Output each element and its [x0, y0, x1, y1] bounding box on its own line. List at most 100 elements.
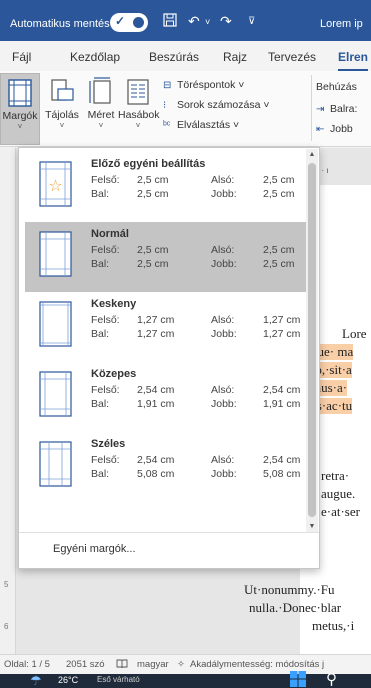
scrollbar-thumb[interactable]: [308, 163, 316, 517]
tab-draw[interactable]: Rajz: [223, 50, 247, 64]
ribbon-tabs: Fájl Kezdőlap Beszúrás Rajz Tervezés Elr…: [0, 41, 371, 72]
margin-preset-wide[interactable]: Széles Felső: 2,54 cm Alsó: 2,54 cm Bal:…: [25, 432, 313, 502]
preset-bottom-label: Alsó:: [211, 244, 235, 256]
page-margins-normal-icon: [39, 231, 72, 277]
hyphenation-icon: ᵇᶜ: [163, 120, 171, 131]
svg-text:☆: ☆: [48, 176, 62, 195]
line-numbers-icon: ⁝: [163, 100, 167, 111]
undo-dropdown-icon[interactable]: ˅: [205, 17, 210, 27]
preset-left-value: 2,5 cm: [137, 188, 169, 200]
save-icon[interactable]: [163, 13, 177, 30]
preset-right-value: 1,91 cm: [263, 398, 301, 410]
breaks-button[interactable]: ⊟ Töréspontok ˅: [163, 79, 244, 91]
ruler-mark: 5: [4, 580, 9, 589]
page-margins-wide-icon: [39, 441, 72, 487]
proofing-icon[interactable]: [116, 659, 128, 672]
breaks-label: Töréspontok ˅: [177, 79, 245, 91]
preset-bottom-label: Alsó:: [211, 454, 235, 466]
document-text-line: metus,·i: [312, 618, 355, 633]
taskbar: ☂ 26°C Eső várható ⚲: [0, 671, 371, 688]
indent-right-label: Jobb: [330, 123, 353, 135]
preset-right-value: 2,5 cm: [263, 188, 295, 200]
tab-file[interactable]: Fájl: [12, 50, 31, 64]
preset-right-label: Jobb:: [211, 328, 237, 340]
indent-right-field[interactable]: ⇤ Jobb: [316, 123, 353, 135]
preset-right-value: 2,5 cm: [263, 258, 295, 270]
preset-right-value: 5,08 cm: [263, 468, 301, 480]
dropdown-scrollbar[interactable]: ▲ ▼: [306, 149, 318, 533]
document-text-line: nulla.·Donec·blar: [249, 600, 342, 615]
redo-icon[interactable]: ↷: [220, 13, 232, 30]
columns-button[interactable]: Hasábok ˅: [118, 73, 159, 145]
tab-insert[interactable]: Beszúrás: [149, 50, 199, 64]
toggle-knob: [133, 17, 144, 28]
undo-icon[interactable]: ↶: [188, 13, 200, 30]
line-numbers-button[interactable]: ⁝ Sorok számozása ˅: [163, 99, 270, 111]
margin-preset-normal[interactable]: Normál Felső: 2,5 cm Alsó: 2,5 cm Bal: 2…: [25, 222, 313, 292]
tab-home[interactable]: Kezdőlap: [70, 50, 120, 64]
margins-button[interactable]: Margók ˅: [0, 73, 40, 145]
preset-right-label: Jobb:: [211, 188, 237, 200]
preset-bottom-value: 2,5 cm: [263, 174, 295, 186]
preset-name: Normál: [91, 228, 129, 240]
customize-qat-icon[interactable]: ⊽: [248, 16, 255, 27]
chevron-down-icon: ˅: [135, 121, 141, 130]
page-count[interactable]: Oldal: 1 / 5: [4, 659, 50, 670]
preset-top-label: Felső:: [91, 174, 120, 186]
preset-top-value: 1,27 cm: [137, 314, 175, 326]
preset-left-label: Bal:: [91, 188, 110, 200]
document-text-line: e·at·ser: [321, 504, 360, 519]
custom-margins-label: Egyéni margók...: [53, 543, 136, 555]
margin-preset-narrow[interactable]: Keskeny Felső: 1,27 cm Alsó: 1,27 cm Bal…: [25, 292, 313, 362]
status-bar: Oldal: 1 / 5 2051 szó magyar ✧ Akadályme…: [0, 654, 371, 674]
preset-left-value: 1,91 cm: [137, 398, 175, 410]
preset-right-value: 1,27 cm: [263, 328, 301, 340]
line-numbers-label: Sorok számozása ˅: [177, 99, 270, 111]
margin-preset-last-custom[interactable]: ☆ Előző egyéni beállítás Felső: 2,5 cm A…: [25, 152, 313, 222]
orientation-icon: [49, 77, 75, 107]
document-text-line: augue.: [321, 486, 356, 501]
search-icon[interactable]: ⚲: [326, 670, 337, 688]
ribbon-divider: [311, 75, 312, 141]
preset-top-value: 2,54 cm: [137, 454, 175, 466]
preset-name: Széles: [91, 438, 126, 450]
columns-icon: [125, 77, 151, 107]
preset-name: Előző egyéni beállítás: [91, 158, 206, 170]
umbrella-icon[interactable]: ☂: [30, 673, 42, 688]
accessibility-status[interactable]: Akadálymentesség: módosítás j: [190, 659, 324, 670]
indent-heading: Behúzás: [316, 81, 357, 93]
preset-top-label: Felső:: [91, 384, 120, 396]
scroll-up-icon[interactable]: ▲: [306, 149, 318, 161]
breaks-icon: ⊟: [163, 80, 172, 91]
orientation-button[interactable]: Tájolás ˅: [44, 73, 80, 145]
indent-left-field[interactable]: ⇥ Balra:: [316, 103, 357, 115]
hyphenation-button[interactable]: ᵇᶜ Elválasztás ˅: [163, 119, 239, 131]
page-margins-custom-icon: ☆: [39, 161, 72, 207]
windows-start-icon[interactable]: [290, 671, 306, 688]
preset-left-value: 1,27 cm: [137, 328, 175, 340]
language-label[interactable]: magyar: [137, 659, 169, 670]
tab-layout[interactable]: Elren: [338, 50, 369, 72]
preset-bottom-value: 2,54 cm: [263, 454, 301, 466]
weather-forecast[interactable]: Eső várható: [97, 675, 140, 684]
autosave-toggle[interactable]: ✓: [110, 13, 148, 32]
document-text-line: retra·: [321, 468, 350, 483]
preset-bottom-label: Alsó:: [211, 314, 235, 326]
preset-left-label: Bal:: [91, 258, 110, 270]
custom-margins-button[interactable]: Egyéni margók...: [19, 532, 319, 569]
word-count[interactable]: 2051 szó: [66, 659, 105, 670]
size-button[interactable]: Méret ˅: [84, 73, 118, 145]
accessibility-icon: ✧: [177, 659, 185, 670]
document-text-line: Lore: [342, 326, 367, 341]
hyphenation-label: Elválasztás ˅: [177, 119, 240, 131]
weather-temperature[interactable]: 26°C: [58, 675, 78, 685]
page-size-icon: [88, 77, 114, 107]
preset-top-value: 2,5 cm: [137, 244, 169, 256]
preset-top-value: 2,5 cm: [137, 174, 169, 186]
tab-design[interactable]: Tervezés: [268, 50, 316, 64]
preset-left-label: Bal:: [91, 468, 110, 480]
chevron-down-icon: ˅: [98, 121, 104, 130]
margins-icon: [7, 78, 33, 108]
preset-left-label: Bal:: [91, 328, 110, 340]
margin-preset-moderate[interactable]: Közepes Felső: 2,54 cm Alsó: 2,54 cm Bal…: [25, 362, 313, 432]
